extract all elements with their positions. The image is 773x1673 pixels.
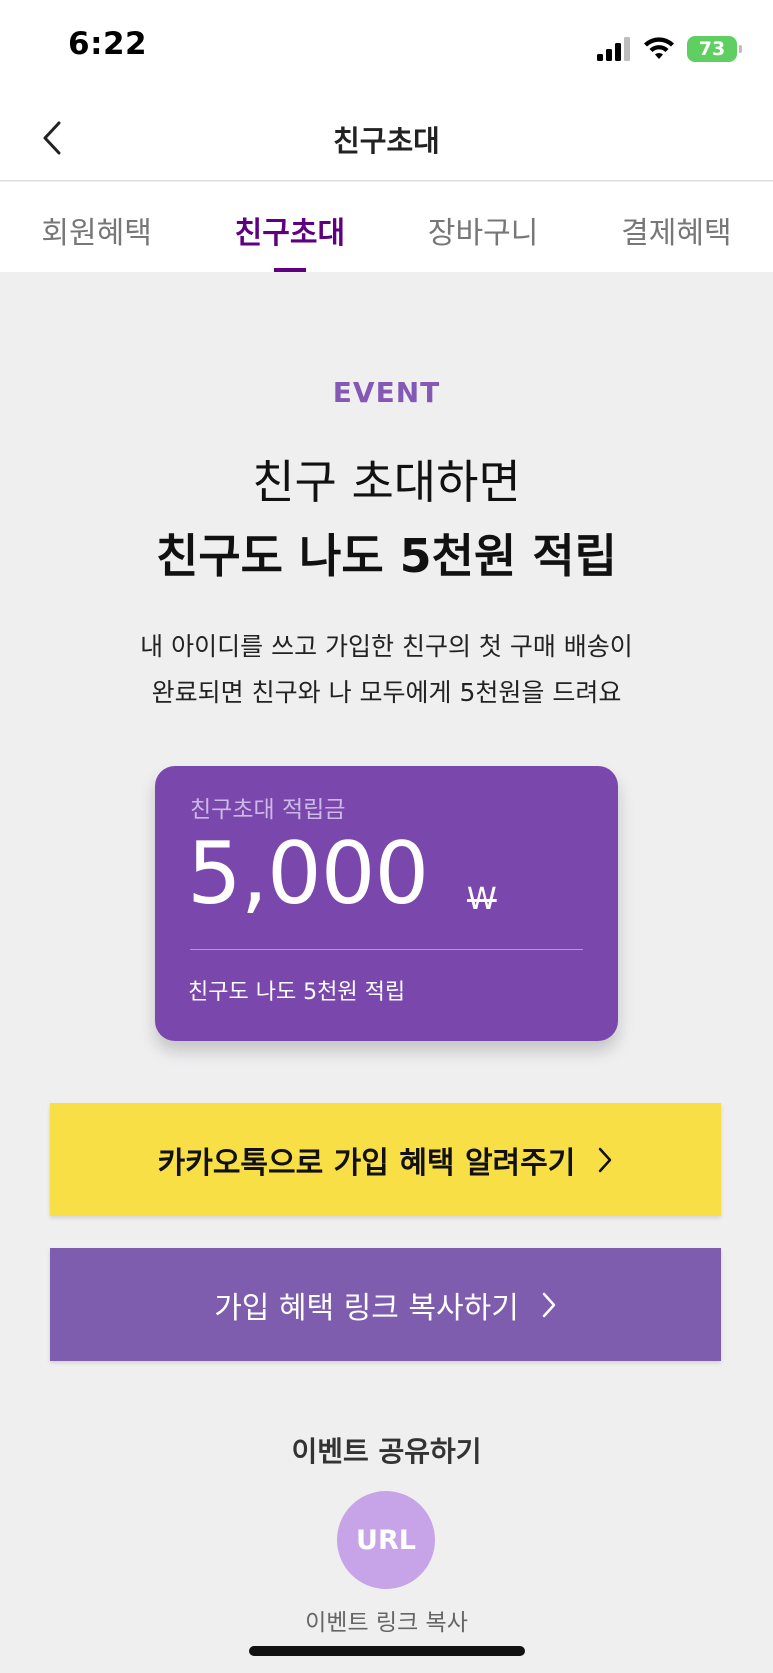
event-label: EVENT — [332, 376, 441, 409]
chevron-right-icon — [542, 1292, 556, 1317]
kakao-share-button[interactable]: 카카오톡으로 가입 혜택 알려주기 — [50, 1103, 721, 1216]
description-line2: 완료되면 친구와 나 모두에게 5천원을 드려요 — [151, 678, 622, 707]
reward-card-caption: 친구도 나도 5천원 적립 — [188, 980, 406, 1005]
battery-level: 73 — [698, 37, 726, 60]
battery-icon: 73 — [687, 36, 742, 62]
url-share-caption: 이벤트 링크 복사 — [305, 1610, 468, 1636]
headline-line1: 친구 초대하면 — [252, 455, 521, 509]
copy-link-button[interactable]: 가입 혜택 링크 복사하기 — [50, 1248, 721, 1361]
url-label: URL — [356, 1524, 416, 1556]
headline-line2: 친구도 나도 5천원 적립 — [156, 529, 617, 583]
page-title: 친구초대 — [333, 124, 440, 158]
nav-bar: 친구초대 — [0, 100, 773, 181]
share-section-title: 이벤트 공유하기 — [291, 1435, 482, 1468]
tab-bar: 회원혜택 친구초대 장바구니 결제혜택 — [0, 182, 773, 272]
card-divider — [190, 949, 583, 950]
home-indicator — [249, 1646, 525, 1656]
reward-card: 친구초대 적립금 5,000 W 친구도 나도 5천원 적립 — [155, 766, 618, 1041]
tab-payment-benefits[interactable]: 결제혜택 — [580, 182, 773, 272]
tab-invite-friends[interactable]: 친구초대 — [193, 182, 386, 272]
currency-symbol: W — [467, 882, 497, 917]
tab-member-benefits[interactable]: 회원혜택 — [0, 182, 193, 272]
event-description: 내 아이디를 쓰고 가입한 친구의 첫 구매 배송이 완료되면 친구와 나 모두… — [0, 624, 773, 716]
description-line1: 내 아이디를 쓰고 가입한 친구의 첫 구매 배송이 — [140, 632, 633, 661]
wifi-icon — [644, 37, 674, 59]
status-time: 6:22 — [68, 26, 148, 62]
reward-amount: 5,000 — [187, 824, 429, 924]
reward-card-label: 친구초대 적립금 — [190, 797, 346, 823]
copy-link-label: 가입 혜택 링크 복사하기 — [214, 1290, 519, 1326]
chevron-right-icon — [599, 1147, 612, 1172]
kakao-share-label: 카카오톡으로 가입 혜택 알려주기 — [157, 1145, 576, 1181]
status-icons: 73 — [597, 34, 742, 64]
status-bar: 6:22 73 — [0, 0, 773, 100]
tab-cart[interactable]: 장바구니 — [387, 182, 580, 272]
url-share-button[interactable]: URL — [337, 1491, 435, 1589]
signal-icon — [597, 37, 630, 61]
